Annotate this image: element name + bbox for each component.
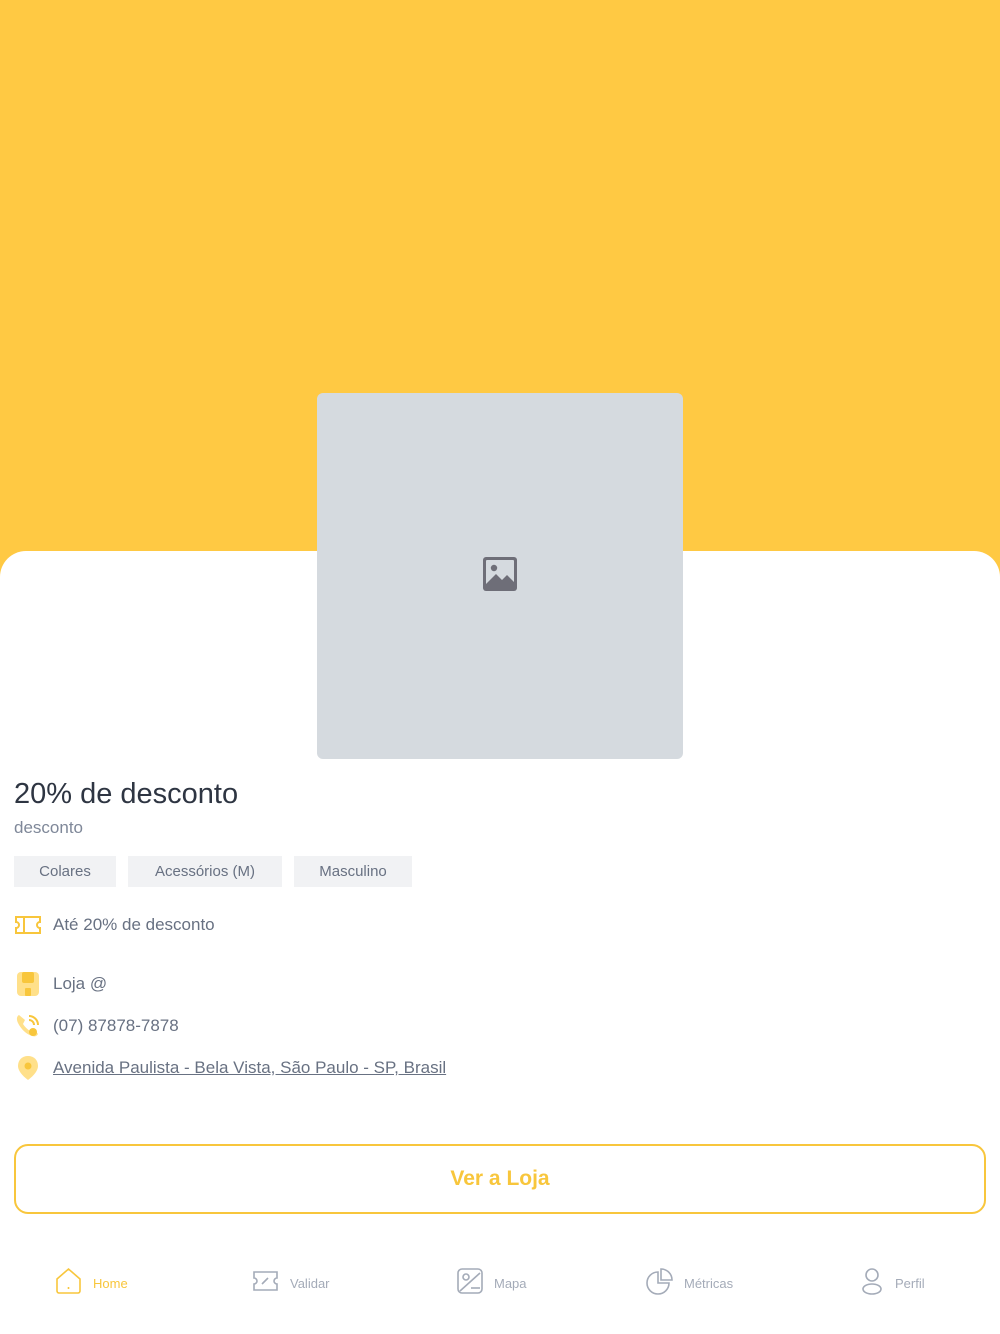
user-icon [859,1267,885,1300]
home-icon [54,1267,83,1300]
discount-row: Até 20% de desconto [14,911,215,939]
product-subtitle: desconto [14,818,83,837]
tab-label: Mapa [494,1275,527,1291]
phone-row[interactable]: (07) 87878-7878 [14,1012,179,1040]
map-icon [456,1267,484,1300]
tab-label: Perfil [895,1275,925,1291]
tab-home[interactable]: Home [54,1258,128,1308]
bottom-tab-bar: Home Validar Mapa Métricas Perfil [0,1258,1000,1308]
store-row: Loja @ [14,970,107,998]
tab-label: Validar [290,1275,330,1291]
store-name: Loja @ [53,974,108,993]
tab-mapa[interactable]: Mapa [456,1258,527,1308]
ticket-icon [251,1269,280,1298]
tab-perfil[interactable]: Perfil [859,1258,925,1308]
ticket-icon [14,911,42,939]
tab-label: Métricas [684,1275,734,1291]
tab-metricas[interactable]: Métricas [646,1258,733,1308]
tab-label: Home [93,1275,128,1291]
tag-chip[interactable]: Acessórios (M) [128,856,282,887]
location-pin-icon [14,1054,42,1082]
address-row[interactable]: Avenida Paulista - Bela Vista, São Paulo… [14,1054,446,1082]
phone-icon [14,1012,42,1040]
tag-list: Colares Acessórios (M) Masculino [14,856,412,887]
tag-chip[interactable]: Masculino [294,856,412,887]
discount-text: Até 20% de desconto [53,915,215,934]
product-title: 20% de desconto [14,778,239,810]
image-icon [482,556,518,597]
view-store-button[interactable]: Ver a Loja [14,1144,986,1214]
tag-chip[interactable]: Colares [14,856,116,887]
address-link[interactable]: Avenida Paulista - Bela Vista, São Paulo… [53,1058,446,1078]
store-icon [14,970,42,998]
phone-number: (07) 87878-7878 [53,1016,179,1035]
tab-validar[interactable]: Validar [251,1258,330,1308]
product-image-placeholder [317,393,683,759]
pie-chart-icon [646,1267,674,1300]
